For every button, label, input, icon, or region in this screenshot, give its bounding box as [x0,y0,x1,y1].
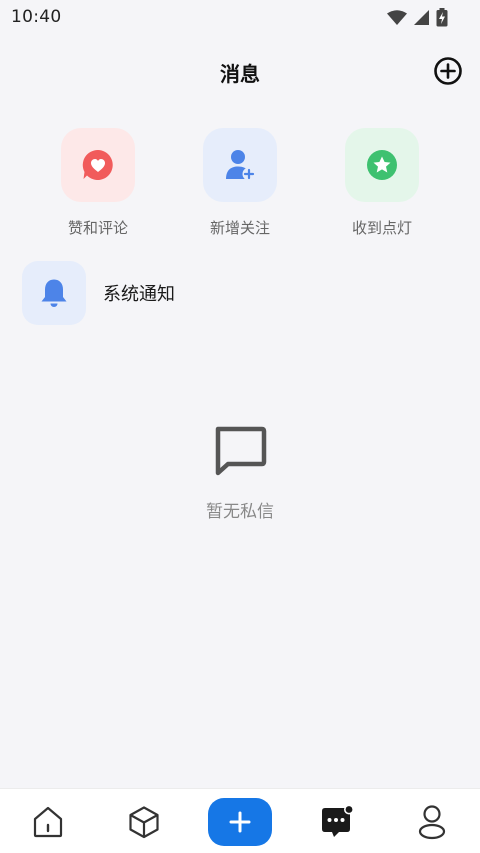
chat-bubble-icon [215,426,267,476]
new-followers-label: 新增关注 [209,219,270,237]
system-notice-tile [22,261,86,325]
add-button[interactable] [433,56,463,86]
received-lights-tile [345,128,419,202]
battery-charging-icon [436,8,448,27]
likes-comments-button[interactable]: 赞和评论 [43,128,153,238]
add-user-icon [226,150,256,181]
received-lights-label: 收到点灯 [351,219,412,237]
quick-actions: 赞和评论 新增关注 收到点灯 [0,128,480,238]
bottom-nav [0,788,480,853]
cube-icon [129,805,159,838]
empty-state: 暂无私信 [0,425,480,522]
user-icon [418,804,446,839]
nav-messages[interactable] [306,789,366,853]
system-notice-label: 系统通知 [103,284,175,305]
cellular-signal-icon [414,10,429,25]
new-followers-tile [203,128,277,202]
nav-publish-button[interactable] [208,798,272,846]
likes-comments-tile [61,128,135,202]
bell-icon [41,279,67,307]
star-badge-icon [367,150,397,180]
empty-state-text: 暂无私信 [206,502,274,522]
nav-home[interactable] [18,789,78,853]
status-time: 10:40 [11,7,62,27]
home-icon [33,806,63,837]
system-notice-item[interactable]: 系统通知 [22,261,458,325]
likes-comments-label: 赞和评论 [67,219,128,237]
status-icons [387,8,448,27]
message-icon [322,804,354,837]
plus-icon [229,811,251,833]
received-lights-button[interactable]: 收到点灯 [327,128,437,238]
nav-profile[interactable] [402,789,462,853]
new-followers-button[interactable]: 新增关注 [185,128,295,238]
status-bar: 10:40 [0,0,480,34]
page-title: 消息 [220,62,260,86]
add-circle-icon [434,57,462,85]
messages-screen: 10:40 消息 赞和评论 新增关注 收到点灯 系统通知 暂无私信 [0,0,480,853]
header: 消息 [0,40,480,100]
nav-explore[interactable] [114,789,174,853]
wifi-icon [387,9,407,25]
heart-bubble-icon [82,149,113,180]
